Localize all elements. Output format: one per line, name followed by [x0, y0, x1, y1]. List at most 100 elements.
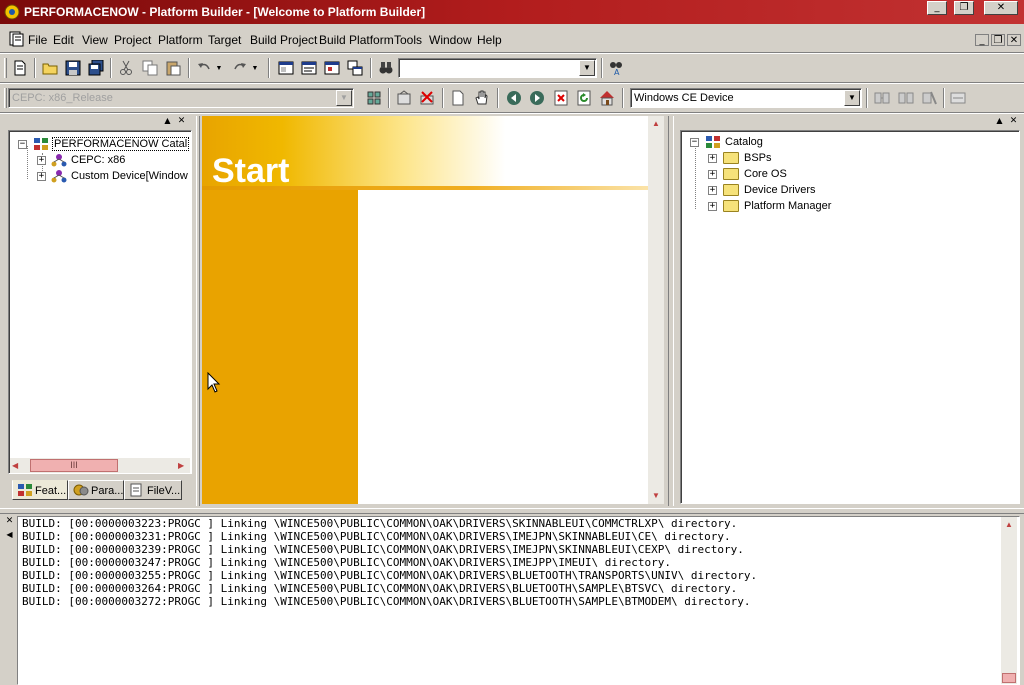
search-combo[interactable]: ▼: [398, 58, 597, 78]
chevron-down-icon[interactable]: ▼: [336, 90, 352, 106]
find-in-files-button[interactable]: [376, 58, 396, 78]
collapse-icon[interactable]: −: [18, 140, 27, 149]
horizontal-scrollbar[interactable]: ◀ III ▶: [10, 458, 190, 473]
splitter[interactable]: [668, 116, 674, 506]
app-icon[interactable]: [4, 4, 20, 20]
refresh-button[interactable]: [574, 88, 594, 108]
find-symbol-button[interactable]: A: [606, 58, 626, 78]
build-catalog-button[interactable]: [364, 88, 384, 108]
undo-dropdown[interactable]: ▼: [213, 58, 225, 78]
scroll-up-icon[interactable]: ▲: [1001, 517, 1017, 533]
pane-maximize-icon[interactable]: ◀: [4, 530, 15, 541]
expand-icon[interactable]: +: [708, 186, 717, 195]
clean-button[interactable]: [417, 88, 437, 108]
copy-button[interactable]: [140, 58, 160, 78]
open-release-dir-button[interactable]: [448, 88, 468, 108]
splitter[interactable]: [0, 508, 1024, 514]
menu-platform[interactable]: Platform: [158, 33, 203, 47]
toolbar-grip[interactable]: [4, 58, 7, 78]
scroll-down-icon[interactable]: ▼: [648, 488, 664, 504]
output-window-button[interactable]: [299, 58, 319, 78]
sysgen-button[interactable]: [394, 88, 414, 108]
collapse-icon[interactable]: −: [690, 138, 699, 147]
toolbar-grip[interactable]: [4, 88, 7, 108]
menu-help[interactable]: Help: [477, 33, 502, 47]
menu-file[interactable]: File: [28, 33, 47, 47]
tree-root[interactable]: − PERFORMACENOW Catal: [9, 136, 191, 152]
reset-device-button[interactable]: [919, 88, 939, 108]
save-button[interactable]: [63, 58, 83, 78]
expand-icon[interactable]: +: [37, 156, 46, 165]
clean-icon: [420, 91, 434, 105]
output-window[interactable]: BUILD: [00:0000003223:PROGC ] Linking \W…: [17, 516, 1020, 685]
catalog-window-button[interactable]: [322, 58, 342, 78]
mdi-close-button[interactable]: ✕: [1007, 34, 1021, 46]
open-button[interactable]: [40, 58, 60, 78]
splitter[interactable]: [196, 116, 200, 506]
device-combo[interactable]: Windows CE Device ▼: [630, 88, 862, 108]
expand-icon[interactable]: +: [708, 202, 717, 211]
output-scrollbar[interactable]: ▲: [1001, 517, 1017, 684]
expand-icon[interactable]: +: [37, 172, 46, 181]
pane-close-icon[interactable]: ✕: [1008, 116, 1019, 127]
catalog-root[interactable]: − Catalog: [681, 134, 1011, 150]
catalog-item-bsps[interactable]: + BSPs: [681, 150, 1011, 166]
mdi-minimize-button[interactable]: _: [975, 34, 989, 46]
menu-edit[interactable]: Edit: [53, 33, 74, 47]
catalog-item-platform-manager[interactable]: + Platform Manager: [681, 198, 1011, 214]
menu-project[interactable]: Project: [114, 33, 151, 47]
menu-build-platform[interactable]: Build Platform: [319, 33, 394, 47]
mdi-restore-button[interactable]: ❐: [991, 34, 1005, 46]
chevron-down-icon[interactable]: ▼: [579, 60, 595, 76]
redo-dropdown[interactable]: ▼: [249, 58, 261, 78]
title-bar[interactable]: PERFORMACENOW - Platform Builder - [Welc…: [0, 0, 1024, 24]
menu-build-project[interactable]: Build Project: [250, 33, 317, 47]
minimize-button[interactable]: _: [927, 1, 947, 15]
tab-parameterview[interactable]: Para...: [68, 480, 124, 500]
hand-button[interactable]: [471, 88, 491, 108]
stop-button[interactable]: [551, 88, 571, 108]
scrollbar-thumb[interactable]: [1002, 673, 1016, 683]
workspace-window-button[interactable]: [276, 58, 296, 78]
restore-button[interactable]: ❐: [954, 1, 974, 15]
tree-item-cepc[interactable]: + CEPC: x86: [9, 152, 191, 168]
menu-window[interactable]: Window: [429, 33, 472, 47]
menu-tools[interactable]: Tools: [394, 33, 422, 47]
home-button[interactable]: [597, 88, 617, 108]
expand-icon[interactable]: +: [708, 154, 717, 163]
redo-button[interactable]: [230, 58, 250, 78]
configuration-combo[interactable]: CEPC: x86_Release ▼: [8, 88, 354, 108]
catalog-item-device-drivers[interactable]: + Device Drivers: [681, 182, 1011, 198]
chevron-down-icon[interactable]: ▼: [844, 90, 860, 106]
close-button[interactable]: ✕: [984, 1, 1018, 15]
document-icon[interactable]: [8, 31, 24, 47]
expand-icon[interactable]: +: [708, 170, 717, 179]
menu-view[interactable]: View: [82, 33, 108, 47]
scroll-right-icon[interactable]: ▶: [178, 458, 184, 473]
scrollbar-thumb[interactable]: III: [30, 459, 118, 472]
undo-button[interactable]: [194, 58, 214, 78]
back-button[interactable]: [504, 88, 524, 108]
tab-fileview[interactable]: FileV...: [124, 480, 182, 500]
build-toolbar: CEPC: x86_Release ▼ Windows CE Device ▼: [0, 84, 1024, 112]
forward-button[interactable]: [527, 88, 547, 108]
menu-target[interactable]: Target: [208, 33, 241, 47]
pane-close-icon[interactable]: ✕: [4, 516, 15, 527]
catalog-item-core-os[interactable]: + Core OS: [681, 166, 1011, 182]
cut-button[interactable]: [116, 58, 136, 78]
start-page-scrollbar[interactable]: ▲ ▼: [648, 116, 664, 504]
target-control-button[interactable]: [948, 88, 968, 108]
pane-maximize-icon[interactable]: ▲: [162, 116, 173, 127]
tree-item-custom-device[interactable]: + Custom Device[Window: [9, 168, 191, 184]
scroll-up-icon[interactable]: ▲: [648, 116, 664, 132]
save-all-button[interactable]: [86, 58, 106, 78]
pane-maximize-icon[interactable]: ▲: [994, 116, 1005, 127]
detach-device-button[interactable]: [896, 88, 916, 108]
scroll-left-icon[interactable]: ◀: [12, 458, 18, 473]
paste-button[interactable]: [163, 58, 183, 78]
windows-list-button[interactable]: [345, 58, 365, 78]
new-button[interactable]: [10, 58, 30, 78]
pane-close-icon[interactable]: ✕: [176, 116, 187, 127]
tab-featureview[interactable]: Feat...: [12, 480, 68, 500]
attach-device-button[interactable]: [872, 88, 892, 108]
